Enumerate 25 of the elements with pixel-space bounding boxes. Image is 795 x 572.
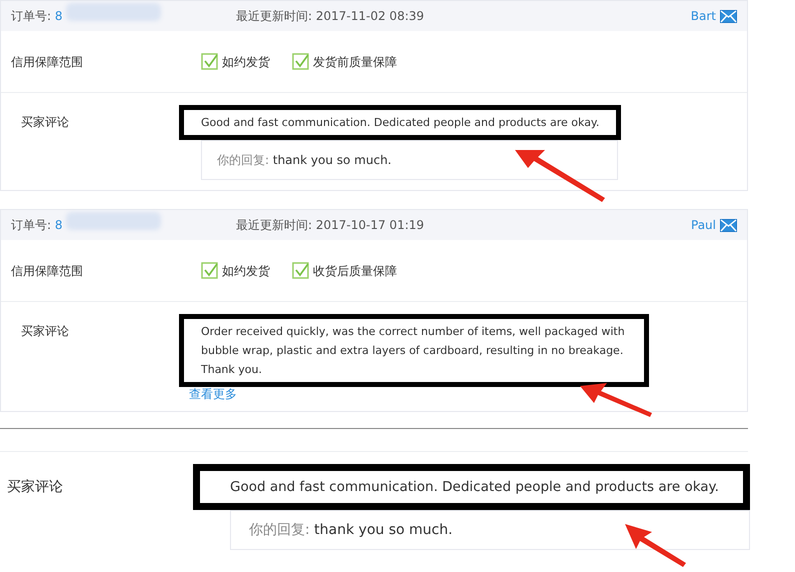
mail-icon[interactable] <box>720 10 737 22</box>
guarantee-item: 如约发货 <box>222 262 270 280</box>
order-number: 订单号: 8 <box>11 8 63 25</box>
annotation-arrow <box>625 524 686 567</box>
comment-text: Order received quickly, was the correct number of items, well packaged with bubble wrap, plastic and extra layers of cardboard, resulting in no breakage. Thank you. <box>201 324 626 378</box>
guarantee-item: 如约发货 <box>222 54 270 70</box>
guarantee-label: 信用保障范围 <box>11 54 84 70</box>
annotation-arrow <box>580 383 652 417</box>
order-number: 订单号: 8 <box>11 217 63 234</box>
comment-label: 买家评论 <box>21 323 70 340</box>
reply-text: 你的回复: thank you so much. <box>217 152 392 169</box>
reply-text: 你的回复: thank you so much. <box>249 520 453 540</box>
buyer-link[interactable]: Paul <box>691 216 716 234</box>
comment-text: Good and fast communication. Dedicated people and products are okay. <box>230 478 720 497</box>
comment-label: 买家评论 <box>6 478 64 497</box>
more-link[interactable]: 查看更多 <box>189 387 649 401</box>
guarantee-label: 信用保障范围 <box>11 262 84 280</box>
buyer-link[interactable]: Bart <box>690 7 716 25</box>
guarantee-item: 发货前质量保障 <box>313 54 397 70</box>
comment-label: 买家评论 <box>21 114 70 131</box>
update-time: 最近更新时间: 2017-10-17 01:19 <box>236 217 424 234</box>
mail-icon[interactable] <box>720 218 737 232</box>
update-time: 最近更新时间: 2017-11-02 08:39 <box>236 8 424 25</box>
guarantee-item: 收货后质量保障 <box>313 262 397 280</box>
comment-text: Good and fast communication. Dedicated people and products are okay. <box>201 115 600 131</box>
